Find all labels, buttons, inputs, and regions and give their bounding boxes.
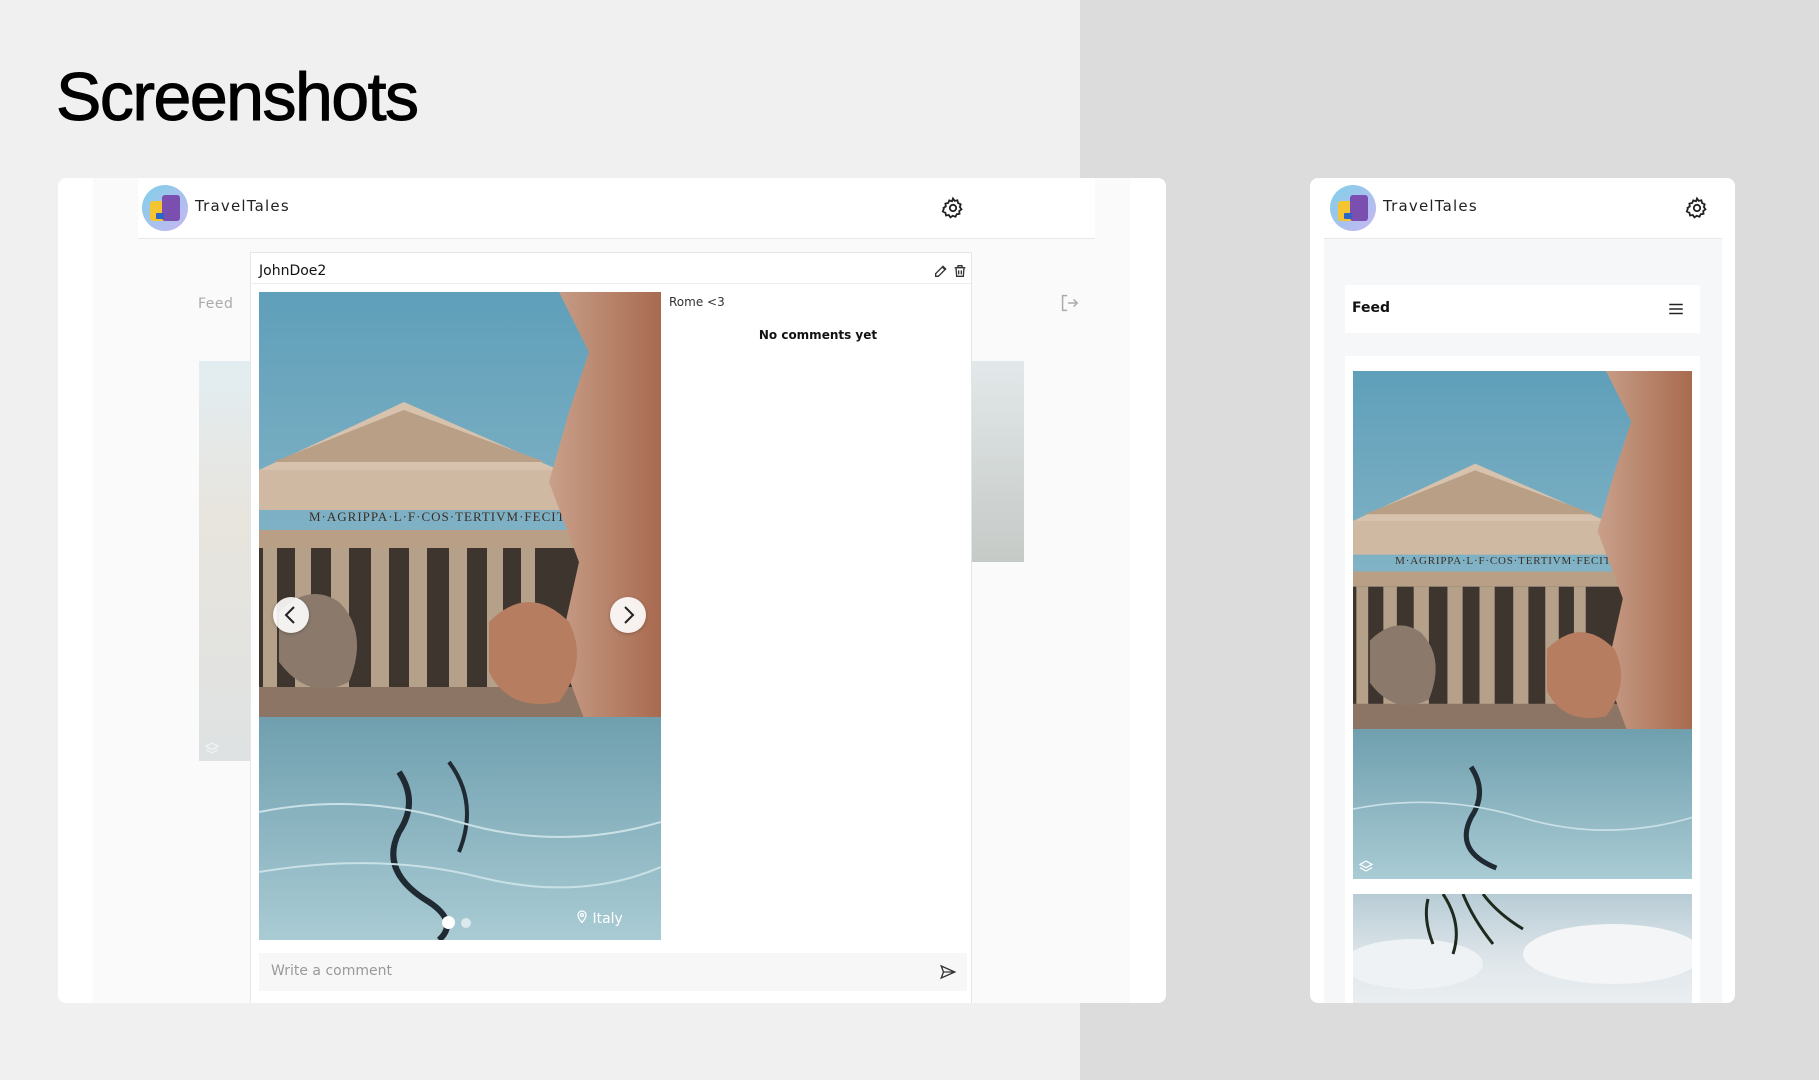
page-title: Screenshots	[55, 59, 419, 136]
carousel-next-button[interactable]	[610, 597, 646, 633]
gear-icon[interactable]	[941, 196, 965, 220]
desktop-screenshot: TravelTales Feed JohnDoe2 M·AGRIPPA·L·F·…	[58, 178, 1166, 1003]
chevron-right-icon	[624, 606, 635, 624]
send-icon[interactable]	[939, 963, 957, 981]
logout-icon[interactable]	[1058, 292, 1080, 314]
comment-input[interactable]	[269, 962, 913, 980]
feed-photo-next[interactable]	[1353, 894, 1692, 1003]
trash-icon[interactable]	[952, 263, 968, 279]
app-logo[interactable]	[1330, 185, 1376, 231]
no-comments-text: No comments yet	[758, 328, 878, 342]
background-post-image-right	[972, 361, 1024, 562]
layers-icon	[204, 742, 220, 754]
gear-icon[interactable]	[1685, 196, 1709, 220]
carousel-dots	[442, 912, 477, 931]
mobile-canvas: TravelTales Feed M·AGRIPPA·L·F·COS·TERTI…	[1324, 178, 1722, 1003]
menu-icon[interactable]	[1667, 300, 1685, 318]
post-location: Italy	[576, 910, 623, 927]
mobile-screenshot: TravelTales Feed M·AGRIPPA·L·F·COS·TERTI…	[1310, 178, 1735, 1003]
comment-box	[259, 953, 967, 991]
mobile-feed-card: M·AGRIPPA·L·F·COS·TERTIVM·FECIT	[1345, 356, 1700, 1003]
background-post-image-left	[199, 361, 250, 761]
mobile-feed-header: Feed	[1345, 285, 1700, 333]
carousel-dot-active[interactable]	[442, 916, 455, 929]
location-label: Italy	[592, 911, 623, 927]
post-caption: Rome <3	[669, 295, 725, 309]
brand-name[interactable]: TravelTales	[195, 197, 290, 215]
pediment-inscription: M·AGRIPPA·L·F·COS·TERTIVM·FECIT	[1395, 555, 1611, 567]
pediment-inscription: M·AGRIPPA·L·F·COS·TERTIVM·FECIT	[309, 509, 566, 524]
app-logo[interactable]	[142, 185, 188, 231]
brand-name[interactable]: TravelTales	[1383, 197, 1478, 215]
feed-label: Feed	[1352, 300, 1391, 316]
mobile-topbar: TravelTales	[1324, 178, 1722, 239]
layers-icon	[1358, 860, 1374, 872]
chevron-left-icon	[284, 606, 295, 624]
desktop-topbar: TravelTales	[138, 178, 1095, 239]
feed-label-background: Feed	[198, 296, 234, 312]
post-photo: M·AGRIPPA·L·F·COS·TERTIVM·FECIT Italy	[259, 292, 661, 940]
post-username[interactable]: JohnDoe2	[259, 263, 326, 279]
feed-photo[interactable]: M·AGRIPPA·L·F·COS·TERTIVM·FECIT	[1353, 371, 1692, 879]
carousel-dot[interactable]	[461, 917, 471, 928]
post-detail-modal: JohnDoe2 M·AGRIPPA·L·F·COS·TERTIVM·FECIT	[250, 252, 972, 1003]
modal-header-divider	[251, 283, 971, 284]
edit-icon[interactable]	[933, 263, 949, 279]
carousel-prev-button[interactable]	[273, 597, 309, 633]
location-pin-icon	[577, 910, 587, 924]
